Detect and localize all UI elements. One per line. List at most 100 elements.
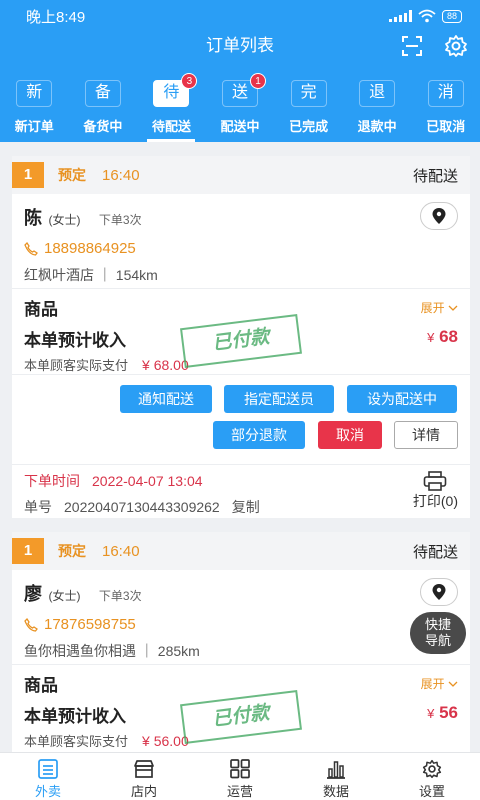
customer-title: (女士) [48, 213, 81, 227]
tab-label: 备货中 [83, 119, 123, 134]
cancel-order-button[interactable]: 取消 [318, 421, 382, 449]
bottom-nav-dine-in[interactable]: 店内 [96, 753, 192, 800]
order-time-value: 2022-04-07 13:04 [92, 473, 203, 489]
tab-label: 配送中 [220, 119, 260, 134]
customer-title: (女士) [48, 589, 81, 603]
printer-icon [424, 471, 447, 491]
partial-refund-button[interactable]: 部分退款 [213, 421, 305, 449]
phone-number: 17876598755 [44, 616, 136, 633]
bottom-nav-label: 店内 [130, 784, 157, 799]
order-status: 待配送 [412, 167, 458, 185]
bottom-nav-label: 数据 [322, 784, 349, 799]
phone-number: 18898864925 [44, 240, 136, 257]
income-amount: 56 [439, 703, 458, 722]
expand-label: 展开 [420, 301, 445, 315]
chevron-down-icon [448, 681, 458, 687]
expand-goods-button[interactable]: 展开 [421, 299, 458, 316]
customer-name: 陈 [24, 208, 42, 228]
scan-icon[interactable] [400, 34, 424, 58]
phone-icon [24, 617, 38, 632]
order-card: 1 预定 16:40 待配送 陈 (女士) 下单3次 18898864925 红… [12, 156, 470, 518]
bottom-nav: 外卖 店内 运营 数据 设置 [0, 752, 480, 800]
customer-address: 红枫叶酒店 ｜ 154km [24, 267, 158, 283]
customer-section: 廖 (女士) 下单3次 17876598755 鱼你相遇鱼你相遇 ｜ 285km [12, 570, 470, 664]
paid-label: 本单顾客实际支付 [24, 358, 129, 373]
wifi-icon [418, 9, 436, 23]
bottom-nav-label: 运营 [226, 784, 253, 799]
order-status: 待配送 [412, 543, 458, 561]
expand-goods-button[interactable]: 展开 [421, 675, 458, 692]
title-actions [400, 34, 468, 58]
goods-title: 商品 [24, 300, 58, 319]
tab-icon-box: 完 [290, 80, 327, 107]
tab-icon-box: 退 [359, 80, 396, 107]
customer-name: 廖 [24, 584, 42, 604]
bottom-nav-settings[interactable]: 设置 [384, 753, 480, 800]
tab-count-badge: 3 [181, 73, 198, 89]
booking-tag: 预定 [58, 167, 86, 183]
order-index-badge: 1 [12, 162, 44, 188]
tab-icon-box: 备 [84, 80, 121, 107]
order-number-value: 20220407130443309262 [64, 499, 220, 515]
paid-value: ¥ 56.00 [142, 733, 189, 749]
tab-completed[interactable]: 完 已完成 [274, 80, 343, 142]
gear-icon [422, 759, 442, 779]
expand-label: 展开 [420, 677, 445, 691]
customer-address: 鱼你相遇鱼你相遇 ｜ 285km [24, 643, 200, 659]
battery-icon: 88 [441, 9, 462, 23]
quick-nav-label-line2: 导航 [424, 633, 451, 648]
grid-icon [230, 759, 250, 779]
tab-icon-box: 新 [16, 80, 53, 107]
customer-phone[interactable]: 18898864925 [24, 240, 458, 257]
gear-icon[interactable] [444, 34, 468, 58]
bottom-nav-takeout[interactable]: 外卖 [0, 753, 96, 800]
tab-label: 新订单 [14, 119, 54, 134]
tab-label: 已取消 [426, 119, 466, 134]
print-button[interactable]: 打印(0) [413, 471, 458, 511]
notify-delivery-button[interactable]: 通知配送 [120, 385, 212, 413]
location-button[interactable] [420, 202, 458, 230]
copy-order-number-link[interactable]: 复制 [232, 499, 260, 515]
tab-pending-delivery[interactable]: 待 3 待配送 [137, 73, 206, 142]
phone-icon [24, 241, 38, 256]
list-icon [38, 759, 58, 779]
goods-section: 商品 展开 本单预计收入 本单顾客实际支付 ¥ 68.00 已付款 ¥ 68 [12, 288, 470, 374]
tab-count-badge: 1 [250, 73, 267, 89]
chevron-down-icon [448, 305, 458, 311]
customer-order-count: 下单3次 [98, 589, 142, 603]
goods-section: 商品 展开 本单预计收入 本单顾客实际支付 ¥ 56.00 已付款 ¥ 56 [12, 664, 470, 750]
tab-cancelled[interactable]: 消 已取消 [411, 80, 480, 142]
customer-order-count: 下单3次 [98, 213, 142, 227]
quick-nav-label-line1: 快捷 [424, 617, 451, 632]
income-amount: 68 [439, 327, 458, 346]
customer-section: 陈 (女士) 下单3次 18898864925 红枫叶酒店 ｜ 154km [12, 194, 470, 288]
bottom-nav-label: 设置 [418, 784, 445, 799]
tab-label: 待配送 [151, 119, 191, 134]
bar-chart-icon [327, 761, 345, 779]
order-card-header: 1 预定 16:40 待配送 [12, 156, 470, 194]
booking-tag: 预定 [58, 543, 86, 559]
order-time-label: 下单时间 [24, 473, 80, 489]
tab-refunding[interactable]: 退 退款中 [343, 80, 412, 142]
income-value: ¥ 56 [427, 703, 458, 723]
bottom-nav-operations[interactable]: 运营 [192, 753, 288, 800]
order-card-header: 1 预定 16:40 待配送 [12, 532, 470, 570]
paid-value: ¥ 68.00 [142, 357, 189, 373]
tab-label: 已完成 [289, 119, 329, 134]
print-label: 打印(0) [412, 493, 458, 509]
customer-phone[interactable]: 17876598755 [24, 616, 458, 633]
assign-courier-button[interactable]: 指定配送员 [224, 385, 334, 413]
location-button[interactable] [420, 578, 458, 606]
bottom-nav-data[interactable]: 数据 [288, 753, 384, 800]
order-detail-button[interactable]: 详情 [394, 421, 458, 449]
tab-preparing[interactable]: 备 备货中 [69, 80, 138, 142]
tab-new[interactable]: 新 新订单 [0, 80, 69, 142]
status-icons: 88 [388, 9, 462, 23]
order-footer: 下单时间 2022-04-07 13:04 单号 20220407130443309… [12, 464, 470, 524]
quick-navigation-button[interactable]: 快捷 导航 [410, 612, 466, 654]
order-time-row: 下单时间 2022-04-07 13:04 [24, 471, 458, 491]
bottom-nav-label: 外卖 [34, 784, 61, 799]
set-delivering-button[interactable]: 设为配送中 [347, 385, 457, 413]
tab-delivering[interactable]: 送 1 配送中 [206, 73, 275, 142]
income-currency: ¥ [427, 706, 435, 721]
